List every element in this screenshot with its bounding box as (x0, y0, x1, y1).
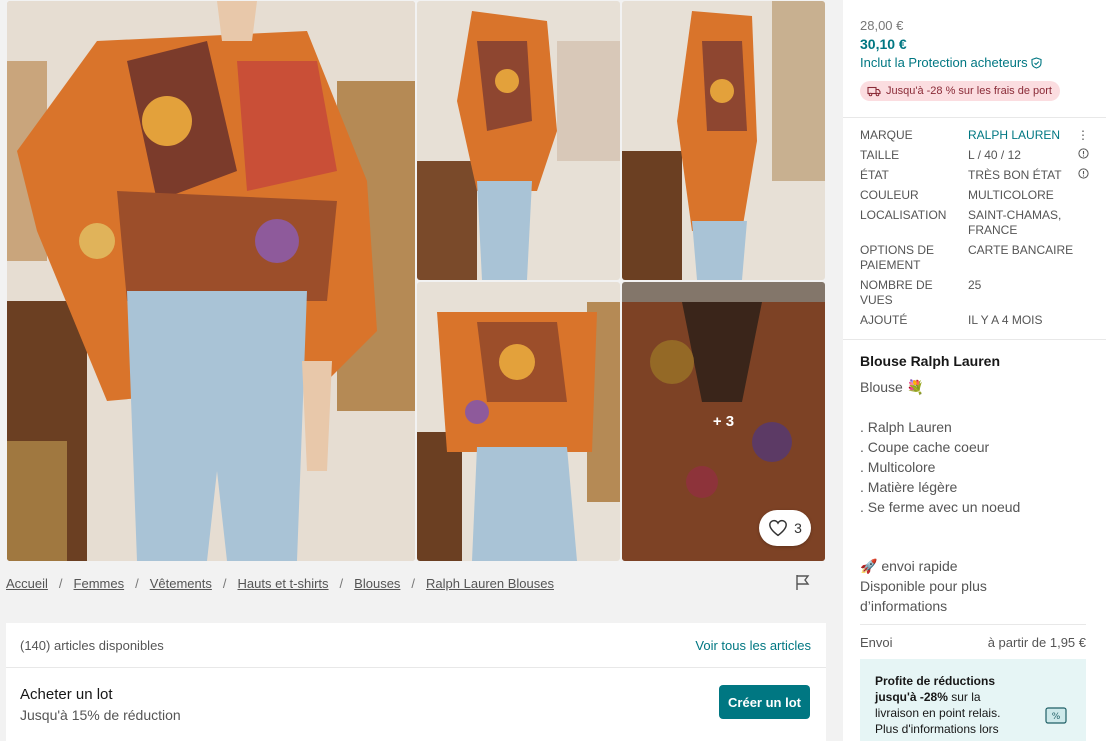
photo-2[interactable] (417, 1, 620, 280)
detail-row-color: Couleur MULTICOLORE (860, 188, 1089, 203)
favourite-count: 3 (794, 520, 802, 536)
breadcrumb: Accueil / Femmes / Vêtements / Hauts et … (6, 576, 554, 591)
description-bullet: . Se ferme avec un noeud (860, 499, 1021, 515)
description-intro: Blouse 💐 (860, 379, 925, 395)
description-footer: Disponible pour plus (860, 578, 987, 594)
svg-text:%: % (1052, 712, 1061, 722)
photo-3-image (622, 1, 825, 280)
bundle-title: Acheter un lot (20, 686, 113, 703)
total-price: 30,10 € (860, 36, 907, 52)
shipping-label: Envoi (860, 635, 893, 650)
promo-text: Profite de réductions jusqu'à -28% sur l… (875, 673, 1025, 737)
discount-tag-icon: % (1045, 707, 1067, 724)
shipping-row: Envoi à partir de 1,95 € (860, 624, 1086, 650)
photo-3[interactable] (622, 1, 825, 280)
detail-value: 25 (968, 278, 982, 292)
item-description: Blouse Ralph Lauren Blouse 💐 . Ralph Lau… (843, 340, 1106, 616)
detail-value: MULTICOLORE (968, 188, 1054, 202)
shield-icon (1031, 56, 1042, 69)
item-details: Marque RALPH LAUREN ⋮ Taille L / 40 / 12… (843, 118, 1106, 340)
breadcrumb-accueil[interactable]: Accueil (6, 576, 48, 591)
shipping-discount-text: Jusqu'à -28 % sur les frais de port (886, 85, 1052, 97)
truck-icon (867, 86, 881, 96)
detail-value: IL Y A 4 MOIS (968, 313, 1043, 327)
see-all-articles-link[interactable]: Voir tous les articles (695, 638, 811, 653)
main-photo[interactable] (7, 1, 415, 561)
item-price: 28,00 € (860, 18, 904, 33)
description-footer: 🚀 envoi rapide (860, 558, 958, 574)
info-icon[interactable] (1077, 168, 1089, 183)
detail-label: Options de paiement (860, 243, 935, 272)
report-flag-icon[interactable] (794, 573, 812, 591)
breadcrumb-separator: / (339, 576, 344, 591)
breadcrumb-vetements[interactable]: Vêtements (150, 576, 212, 591)
description-bullet: . Ralph Lauren (860, 419, 952, 435)
detail-row-location: Localisation SAINT-CHAMAS, FRANCE (860, 208, 1089, 238)
photo-4-image (417, 282, 620, 561)
info-icon[interactable] (1077, 148, 1089, 163)
detail-label: Couleur (860, 188, 919, 202)
more-photos-count: + 3 (712, 413, 735, 430)
detail-label: Localisation (860, 208, 947, 222)
breadcrumb-hauts[interactable]: Hauts et t-shirts (238, 576, 329, 591)
bundle-card: (140) articles disponibles Voir tous les… (6, 623, 826, 741)
breadcrumb-femmes[interactable]: Femmes (74, 576, 125, 591)
detail-row-added: Ajouté IL Y A 4 MOIS (860, 313, 1089, 328)
buyer-protection-label: Inclut la Protection acheteurs (860, 55, 1028, 70)
photo-4[interactable] (417, 282, 620, 561)
breadcrumb-ralph-lauren-blouses[interactable]: Ralph Lauren Blouses (426, 576, 554, 591)
detail-label: Taille (860, 148, 900, 162)
detail-label: Marque (860, 128, 913, 142)
detail-label: Ajouté (860, 313, 908, 327)
price-section: 28,00 € 30,10 € Inclut la Protection ach… (843, 0, 1106, 118)
description-bullet: . Multicolore (860, 459, 936, 475)
detail-value: L / 40 / 12 (968, 148, 1021, 162)
detail-value: SAINT-CHAMAS, FRANCE (968, 208, 1062, 237)
description-bullet: . Matière légère (860, 479, 958, 495)
description-bullet: . Coupe cache coeur (860, 439, 990, 455)
main-photo-image (7, 1, 415, 561)
photo-2-image (417, 1, 620, 280)
detail-value: CARTE BANCAIRE (968, 243, 1074, 257)
buyer-protection-link[interactable]: Inclut la Protection acheteurs (860, 55, 1089, 70)
breadcrumb-separator: / (411, 576, 416, 591)
create-bundle-button[interactable]: Créer un lot (719, 685, 810, 719)
detail-label: Nombre de vues (860, 278, 933, 307)
breadcrumb-blouses[interactable]: Blouses (354, 576, 400, 591)
detail-row-views: Nombre de vues 25 (860, 278, 1089, 308)
detail-row-condition: État TRÈS BON ÉTAT (860, 168, 1089, 183)
item-sidebar: 28,00 € 30,10 € Inclut la Protection ach… (843, 0, 1106, 741)
shipping-value: à partir de 1,95 € (987, 635, 1086, 650)
bundle-subtitle: Jusqu'à 15% de réduction (20, 707, 181, 723)
articles-count: (140) articles disponibles (20, 637, 164, 653)
breadcrumb-separator: / (222, 576, 227, 591)
more-icon[interactable]: ⋮ (1077, 128, 1089, 143)
breadcrumb-separator: / (135, 576, 139, 591)
detail-row-brand: Marque RALPH LAUREN ⋮ (860, 128, 1089, 143)
breadcrumb-separator: / (58, 576, 63, 591)
brand-link[interactable]: RALPH LAUREN (968, 128, 1077, 143)
heart-icon (769, 519, 788, 537)
detail-row-payment: Options de paiement CARTE BANCAIRE (860, 243, 1089, 273)
description-footer: d’informations (860, 598, 948, 614)
shipping-promo-card: Profite de réductions jusqu'à -28% sur l… (860, 659, 1086, 741)
bundle-offer: Acheter un lot Jusqu'à 15% de réduction … (6, 668, 826, 741)
favourite-button[interactable]: 3 (759, 510, 811, 546)
photo-gallery: + 3 3 (0, 0, 830, 566)
detail-value: TRÈS BON ÉTAT (968, 168, 1062, 182)
detail-row-size: Taille L / 40 / 12 (860, 148, 1089, 163)
item-title: Blouse Ralph Lauren (860, 353, 1001, 369)
bundle-header: (140) articles disponibles Voir tous les… (6, 623, 826, 668)
shipping-discount-badge: Jusqu'à -28 % sur les frais de port (860, 81, 1060, 101)
detail-label: État (860, 168, 889, 182)
